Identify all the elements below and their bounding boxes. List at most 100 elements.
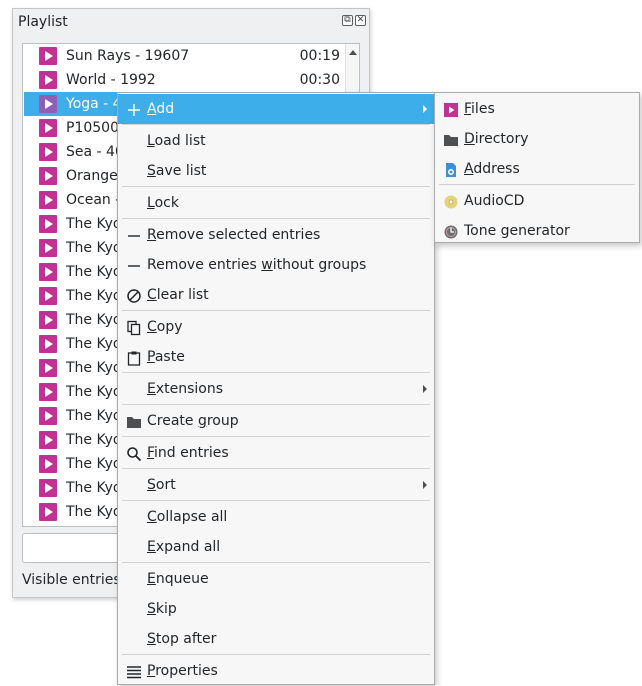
- menu-separator: [122, 468, 430, 469]
- play-icon: [39, 479, 57, 497]
- play-icon: [39, 287, 57, 305]
- row-title: Sun Rays - 19607: [66, 48, 190, 64]
- menu-separator: [122, 436, 430, 437]
- dock-title: Playlist: [18, 14, 68, 30]
- tone-icon: [444, 225, 458, 239]
- row-title: Ocean -: [66, 192, 121, 208]
- play-icon: [39, 215, 57, 233]
- row-title: P10500: [66, 120, 119, 136]
- play-icon: [39, 263, 57, 281]
- scroll-up-icon[interactable]: [349, 50, 357, 55]
- menu-item-remove-without-groups[interactable]: Remove entries without groups: [118, 250, 434, 280]
- submenu-item-audiocd[interactable]: AudioCD: [435, 186, 639, 216]
- play-icon: [39, 407, 57, 425]
- submenu-item-directory[interactable]: Directory: [435, 124, 639, 154]
- menu-item-load-list[interactable]: Load list: [118, 126, 434, 156]
- plus-icon: [128, 104, 140, 116]
- submenu-label-tone-generator: Tone generator: [464, 223, 570, 239]
- menu-label-load-list: Load list: [147, 133, 206, 149]
- menu-separator: [122, 124, 430, 125]
- playlist-row[interactable]: World - 1992 00:30: [24, 68, 346, 92]
- menu-label-extensions: Extensions: [147, 381, 224, 397]
- menu-label-stop-after: Stop after: [147, 631, 217, 647]
- play-icon: [39, 239, 57, 257]
- menu-item-paste[interactable]: Paste: [118, 342, 434, 372]
- submenu-item-address[interactable]: Address: [435, 154, 639, 184]
- menu-separator: [122, 654, 430, 655]
- copy-icon: [127, 320, 141, 336]
- row-duration: 00:19: [299, 48, 340, 64]
- row-title: The Kyo: [66, 264, 122, 280]
- float-icon[interactable]: ⧉: [342, 15, 353, 26]
- status-text: Visible entries: [22, 572, 121, 588]
- row-title: The Kyo: [66, 504, 122, 520]
- row-title: Orange: [66, 168, 118, 184]
- folder-icon: [444, 135, 458, 146]
- play-icon: [39, 167, 57, 185]
- add-submenu: Files Directory Address AudioCD Tone gen…: [434, 92, 640, 243]
- menu-item-collapse-all[interactable]: Collapse all: [118, 502, 434, 532]
- submenu-item-tone-generator[interactable]: Tone generator: [435, 216, 639, 246]
- play-icon: [39, 335, 57, 353]
- menu-item-clear-list[interactable]: Clear list: [118, 280, 434, 310]
- row-title: The Kyo: [66, 336, 122, 352]
- menu-item-find-entries[interactable]: Find entries: [118, 438, 434, 468]
- menu-label-sort: Sort: [147, 477, 176, 493]
- row-duration: 00:30: [299, 72, 340, 88]
- row-title: The Kyo: [66, 288, 122, 304]
- submenu-label-directory: Directory: [464, 131, 529, 147]
- menu-item-remove-selected[interactable]: Remove selected entries: [118, 220, 434, 250]
- menu-label-remove-without-groups: Remove entries without groups: [147, 257, 367, 273]
- menu-label-properties: Properties: [147, 663, 218, 679]
- menu-item-enqueue[interactable]: Enqueue: [118, 564, 434, 594]
- menu-label-paste: Paste: [147, 349, 185, 365]
- row-title: The Kyo: [66, 360, 122, 376]
- close-icon[interactable]: ✕: [355, 15, 366, 26]
- submenu-item-files[interactable]: Files: [435, 94, 639, 124]
- row-title: The Kyo: [66, 240, 122, 256]
- network-file-icon: [446, 163, 456, 177]
- menu-item-add[interactable]: Add: [118, 94, 434, 124]
- row-title: The Kyo: [66, 480, 122, 496]
- menu-label-copy: Copy: [147, 319, 183, 335]
- menu-item-expand-all[interactable]: Expand all: [118, 532, 434, 562]
- play-icon: [39, 383, 57, 401]
- play-icon: [39, 143, 57, 161]
- play-icon: [39, 71, 57, 89]
- clear-icon: [127, 289, 141, 303]
- menu-item-save-list[interactable]: Save list: [118, 156, 434, 186]
- menu-separator: [122, 372, 430, 373]
- menu-item-lock[interactable]: Lock: [118, 188, 434, 218]
- play-icon: [39, 191, 57, 209]
- submenu-label-audiocd: AudioCD: [464, 193, 525, 209]
- menu-label-remove-selected: Remove selected entries: [147, 227, 321, 243]
- play-icon: [39, 47, 57, 65]
- submenu-arrow-icon: [423, 105, 427, 113]
- menu-label-skip: Skip: [147, 601, 177, 617]
- row-title: The Kyo: [66, 312, 122, 328]
- menu-item-copy[interactable]: Copy: [118, 312, 434, 342]
- play-icon: [39, 431, 57, 449]
- menu-label-expand-all: Expand all: [147, 539, 221, 555]
- play-file-icon: [444, 103, 458, 117]
- row-title: The Kyo: [66, 384, 122, 400]
- menu-item-extensions[interactable]: Extensions: [118, 374, 434, 404]
- submenu-arrow-icon: [423, 385, 427, 393]
- menu-label-enqueue: Enqueue: [147, 571, 209, 587]
- menu-separator: [122, 562, 430, 563]
- menu-item-sort[interactable]: Sort: [118, 470, 434, 500]
- menu-item-stop-after[interactable]: Stop after: [118, 624, 434, 654]
- menu-label-save-list: Save list: [147, 163, 207, 179]
- row-title: Sea - 40: [66, 144, 124, 160]
- menu-label-create-group: Create group: [147, 413, 239, 429]
- menu-item-create-group[interactable]: Create group: [118, 406, 434, 436]
- menu-item-skip[interactable]: Skip: [118, 594, 434, 624]
- menu-label-add: Add: [147, 101, 175, 117]
- search-icon: [127, 447, 142, 462]
- play-icon: [39, 455, 57, 473]
- playlist-row[interactable]: Sun Rays - 19607 00:19: [24, 44, 346, 68]
- play-icon: [39, 311, 57, 329]
- paste-icon: [127, 351, 141, 366]
- row-title: The Kyo: [66, 432, 122, 448]
- menu-item-properties[interactable]: Properties: [118, 656, 434, 686]
